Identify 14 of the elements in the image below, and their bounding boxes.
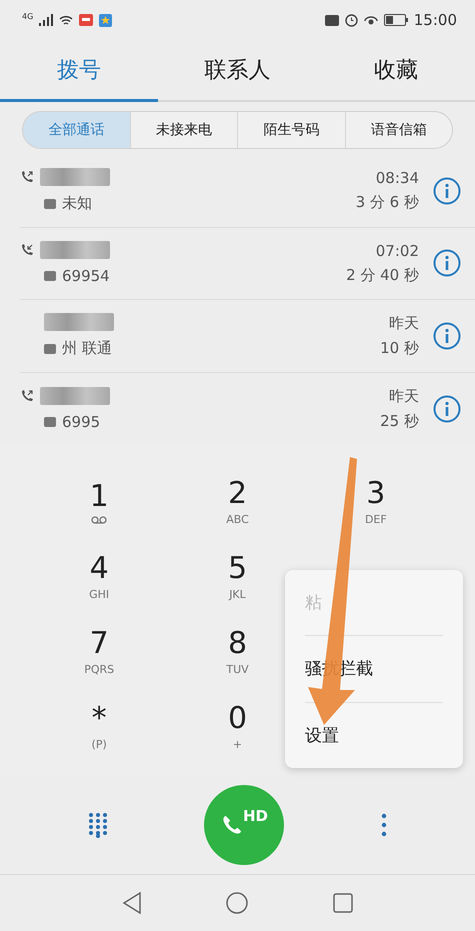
call-time: 07:02 (376, 242, 419, 260)
call-detail: 未知 (62, 194, 92, 214)
call-duration: 10 秒 (380, 338, 419, 358)
network-type: 4G (22, 12, 34, 21)
call-time: 昨天 (389, 314, 419, 333)
clock-time: 15:00 (414, 11, 457, 29)
call-duration: 25 秒 (380, 412, 419, 431)
call-detail: 州 联通 (62, 339, 112, 358)
call-time: 昨天 (389, 386, 419, 406)
call-detail: 6995 (62, 412, 100, 431)
call-detail: 69954 (62, 267, 110, 286)
call-duration: 2 分 40 秒 (346, 266, 419, 285)
call-duration: 3 分 6 秒 (356, 193, 419, 212)
call-time: 08:34 (376, 169, 419, 188)
